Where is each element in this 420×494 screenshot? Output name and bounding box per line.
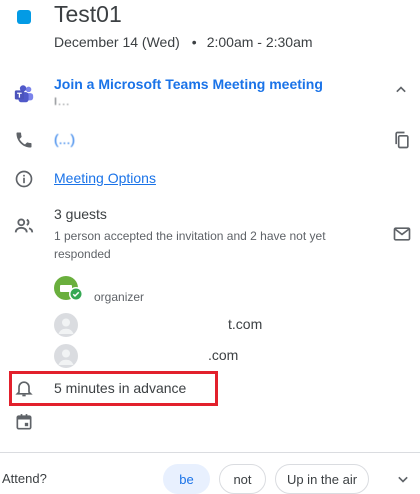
dial-in-number[interactable]: (...) [54,131,75,147]
chevron-up-icon[interactable] [389,78,413,102]
teams-icon [12,82,36,106]
rsvp-maybe-button[interactable]: Up in the air [275,464,369,494]
join-teams-meeting-link[interactable]: Join a Microsoft Teams Meeting meeting [54,76,323,92]
highlight-box [9,371,218,406]
chevron-down-icon[interactable] [391,467,415,491]
info-icon [12,167,36,191]
meeting-options-link[interactable]: Meeting Options [54,170,156,186]
footer-divider [0,452,420,453]
people-icon [12,214,36,238]
rsvp-yes-button[interactable]: be [163,464,210,494]
guest-email: t.com [228,316,263,332]
attend-label: Attend? [2,471,47,486]
guest-email: .com [208,347,239,363]
event-time: 2:00am - 2:30am [206,34,313,50]
calendar-icon [12,410,36,434]
guest-count: 3 guests [54,206,107,222]
datetime-separator: • [191,34,197,50]
guest-avatar-organizer [54,276,86,302]
event-date: December 14 (Wed) [54,34,180,50]
guest-avatar [54,313,78,337]
event-color-square [17,10,31,24]
guest-role: organizer [94,290,145,304]
rsvp-no-button[interactable]: not [219,464,266,494]
guest-avatar [54,344,78,368]
event-datetime: December 14 (Wed) • 2:00am - 2:30am [54,34,313,50]
phone-icon [12,128,36,152]
accepted-check-icon [69,287,83,301]
event-title: Test01 [54,1,122,27]
conference-id: I... [54,96,71,108]
guest-response-summary: 1 person accepted the invitation and 2 h… [54,229,326,261]
copy-icon[interactable] [390,128,414,152]
mail-icon[interactable] [390,222,414,246]
